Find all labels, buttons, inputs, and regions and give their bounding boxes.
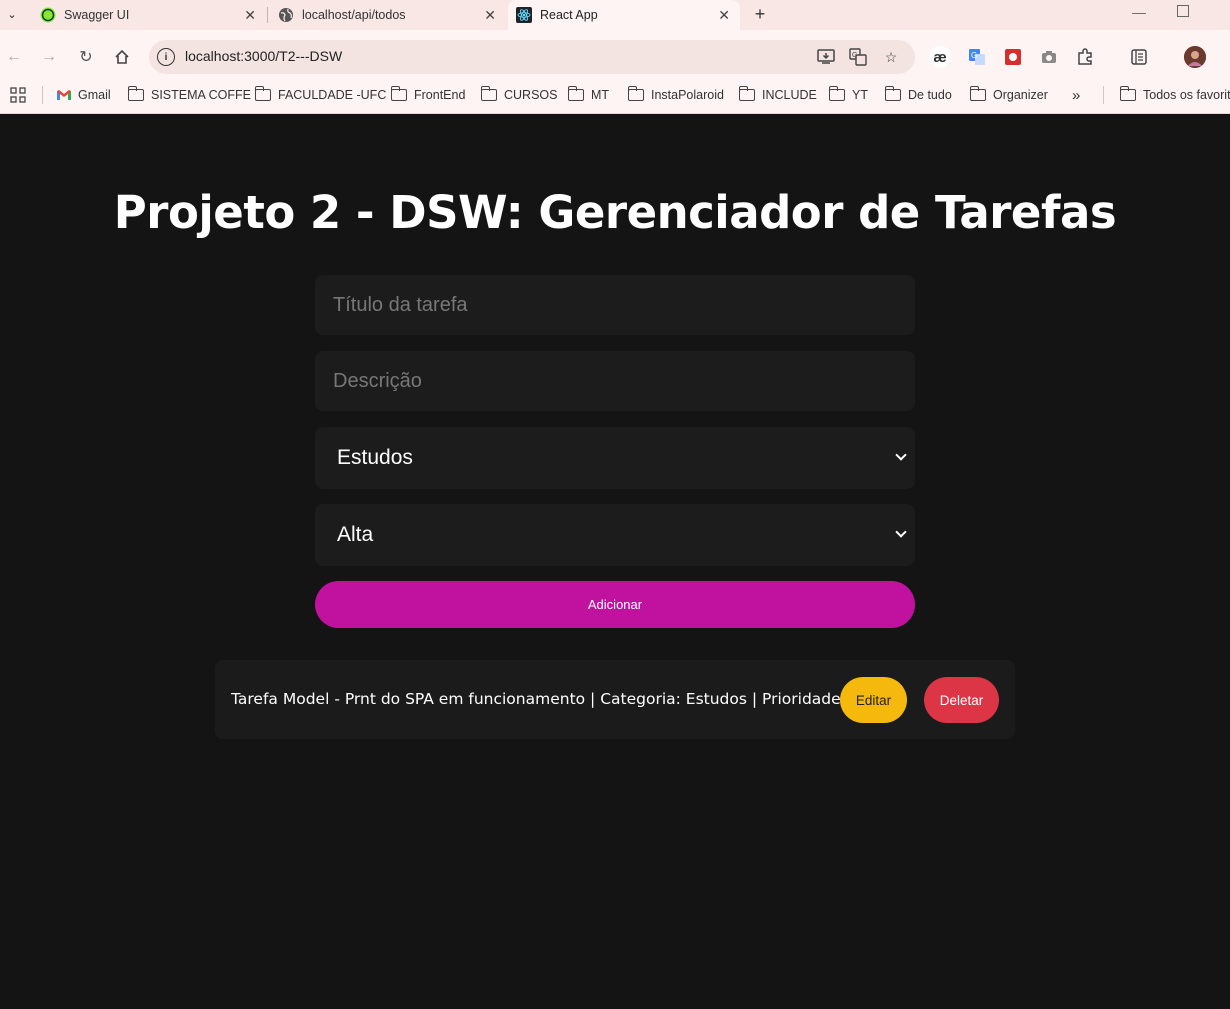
react-icon [516,7,532,23]
url-text[interactable]: localhost:3000/T2---DSW [185,48,342,64]
svg-text:G: G [971,51,977,60]
red-extension-icon[interactable] [1002,46,1024,68]
svg-text:G: G [852,52,857,59]
bookmark-label: Gmail [78,88,111,102]
reload-icon[interactable]: ↻ [77,48,95,66]
priority-select-value: Alta [337,523,374,546]
bookmark-frontend[interactable]: FrontEnd [390,86,466,103]
bookmark-sistema-coffe[interactable]: SISTEMA COFFE [127,86,252,103]
category-select-value: Estudos [337,446,413,469]
bookmark-label: InstaPolaroid [651,88,724,102]
reading-list-icon[interactable] [1128,46,1150,68]
close-icon[interactable]: ✕ [718,7,730,24]
forward-icon[interactable]: → [40,48,58,66]
tab-localhost-api[interactable]: localhost/api/todos ✕ [268,0,506,30]
site-info-icon[interactable]: i [157,48,175,66]
bookmark-instapolaroid[interactable]: InstaPolaroid [627,86,724,103]
bookmark-label: MT [591,88,610,102]
tab-swagger-ui[interactable]: Swagger UI ✕ [26,0,266,30]
tab-search-chevron-icon[interactable]: ⌄ [2,4,22,24]
tab-label: React App [540,8,598,22]
install-app-icon[interactable] [816,47,836,67]
bookmark-star-icon[interactable]: ☆ [881,47,901,67]
bookmark-all-favorites[interactable]: Todos os favorito [1119,86,1230,103]
task-item-text: Tarefa Model - Prnt do SPA em funcioname… [231,690,882,708]
bookmark-divider [1103,86,1104,104]
bookmark-divider [42,86,43,104]
page-title: Projeto 2 - DSW: Gerenciador de Tarefas [113,186,1117,239]
tab-react-app[interactable]: React App ✕ [508,0,740,30]
translate-icon[interactable]: G [848,47,868,67]
bookmark-de-tudo[interactable]: De tudo [884,86,952,103]
minimize-icon[interactable]: — [1132,4,1146,20]
task-title-input[interactable] [315,275,915,335]
globe-icon [278,7,294,23]
new-tab-icon[interactable]: + [750,4,770,24]
folder-icon [480,86,497,101]
folder-icon [969,86,986,101]
add-task-button[interactable]: Adicionar [315,581,915,628]
folder-icon [884,86,901,101]
tab-label: localhost/api/todos [302,8,406,22]
bookmark-label: FACULDADE -UFC [278,88,387,102]
folder-icon [127,86,144,101]
home-icon[interactable] [113,48,131,66]
priority-select[interactable]: Alta [315,504,915,566]
bookmark-organizer[interactable]: Organizer [969,86,1048,103]
folder-icon [1119,86,1136,101]
bookmark-label: FrontEnd [414,88,466,102]
chevron-down-icon [895,526,907,538]
bookmark-label: De tudo [908,88,952,102]
camera-icon[interactable] [1038,46,1060,68]
swagger-icon [40,7,56,23]
gmail-icon [56,89,72,101]
chevron-down-icon [895,449,907,461]
google-translate-extension-icon[interactable]: G [966,46,988,68]
bookmark-gmail[interactable]: Gmail [56,87,111,103]
close-icon[interactable]: ✕ [244,7,256,24]
bookmark-label: Todos os favorito [1143,88,1230,102]
folder-icon [390,86,407,101]
apps-grid-icon[interactable] [10,87,26,103]
category-select[interactable]: Estudos [315,427,915,489]
close-icon[interactable]: ✕ [484,7,496,24]
maximize-icon[interactable] [1177,5,1189,17]
bookmark-include[interactable]: INCLUDE [738,86,817,103]
ae-extension-icon[interactable]: æ [929,46,951,68]
profile-avatar[interactable] [1184,46,1206,68]
folder-icon [567,86,584,101]
tab-label: Swagger UI [64,8,130,22]
folder-icon [254,86,271,101]
edit-task-button[interactable]: Editar [840,677,907,723]
back-icon[interactable]: ← [5,48,23,66]
more-bookmarks-chevron-icon[interactable]: » [1072,87,1080,104]
bookmark-cursos[interactable]: CURSOS [480,86,558,103]
bookmark-label: Organizer [993,88,1048,102]
bookmark-label: SISTEMA COFFE [151,88,252,102]
bookmark-label: INCLUDE [762,88,817,102]
delete-task-button[interactable]: Deletar [924,677,999,723]
bookmark-label: YT [852,88,868,102]
folder-icon [828,86,845,101]
extensions-puzzle-icon[interactable] [1074,46,1096,68]
bookmark-label: CURSOS [504,88,558,102]
task-description-input[interactable] [315,351,915,411]
bookmark-mt[interactable]: MT [567,86,610,103]
folder-icon [627,86,644,101]
bookmark-yt[interactable]: YT [828,86,868,103]
folder-icon [738,86,755,101]
bookmark-faculdade-ufc[interactable]: FACULDADE -UFC [254,86,387,103]
